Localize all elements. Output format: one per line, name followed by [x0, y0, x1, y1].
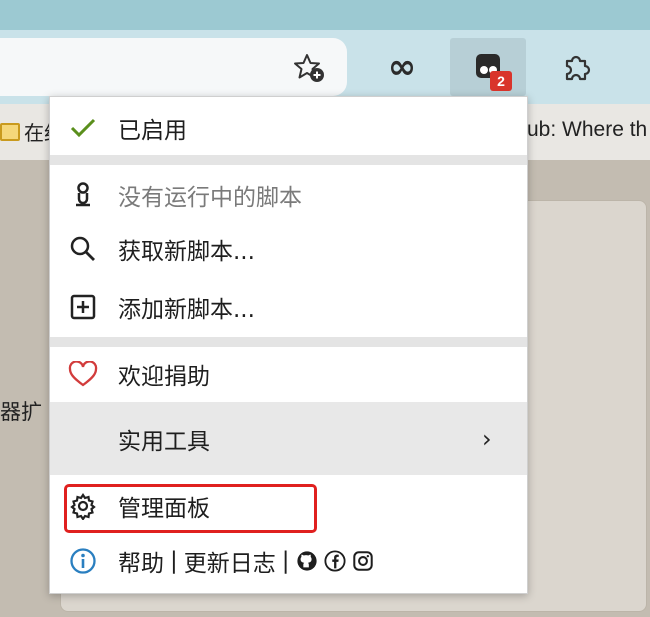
menu-item-add-new-script[interactable]: 添加新脚本...: [50, 279, 527, 335]
add-favorite-button[interactable]: [289, 50, 329, 86]
menu-item-label: 已启用: [118, 118, 187, 144]
info-icon: [68, 546, 98, 576]
tampermonkey-popup-menu: 已启用 没有运行中的脚本 获取新脚本... 添加新脚本... 欢迎捐助 实用工具…: [49, 96, 528, 594]
plus-box-icon: [68, 292, 98, 322]
instagram-icon[interactable]: [352, 550, 374, 572]
script-count-badge: 2: [490, 71, 512, 91]
tampermonkey-extension-button[interactable]: [450, 38, 526, 96]
menu-item-no-running-scripts: 没有运行中的脚本: [50, 165, 527, 225]
menu-item-get-new-scripts[interactable]: 获取新脚本...: [50, 221, 527, 277]
menu-item-utilities[interactable]: 实用工具 ›: [50, 402, 527, 475]
menu-item-help-row: 帮助 | 更新日志 |: [50, 537, 527, 585]
menu-item-enabled[interactable]: 已启用: [50, 97, 527, 159]
star-add-icon: [294, 54, 324, 82]
highlight-box: [64, 484, 317, 533]
menu-item-label: 实用工具: [118, 428, 210, 455]
menu-item-label: 添加新脚本...: [118, 297, 255, 323]
folder-icon: [0, 122, 20, 141]
github-icon[interactable]: [296, 550, 318, 572]
facebook-icon[interactable]: [323, 550, 346, 572]
chevron-right-icon: ›: [482, 424, 492, 453]
menu-item-label: 获取新脚本...: [118, 239, 255, 265]
window-title-bar: [0, 0, 650, 30]
heart-icon: [68, 359, 98, 389]
puzzle-icon: [565, 55, 591, 81]
search-icon: [68, 234, 98, 264]
separator-text: |: [281, 548, 290, 574]
bookmark-item-github[interactable]: ub: Where th: [527, 118, 647, 142]
page-side-text: 器扩: [0, 400, 42, 424]
menu-item-donate[interactable]: 欢迎捐助: [50, 347, 527, 401]
changelog-link[interactable]: 更新日志: [184, 544, 276, 578]
extensions-button[interactable]: [554, 38, 600, 96]
menu-item-label: 欢迎捐助: [118, 364, 210, 390]
menu-separator: [50, 155, 527, 165]
help-link[interactable]: 帮助: [118, 544, 164, 578]
separator-text: |: [170, 548, 178, 574]
check-icon: [68, 113, 98, 143]
infinity-extension-button[interactable]: ∞: [380, 38, 424, 96]
script-icon: [68, 180, 98, 210]
infinity-icon: ∞: [387, 47, 417, 87]
menu-separator: [50, 337, 527, 347]
menu-item-label: 没有运行中的脚本: [118, 185, 302, 211]
